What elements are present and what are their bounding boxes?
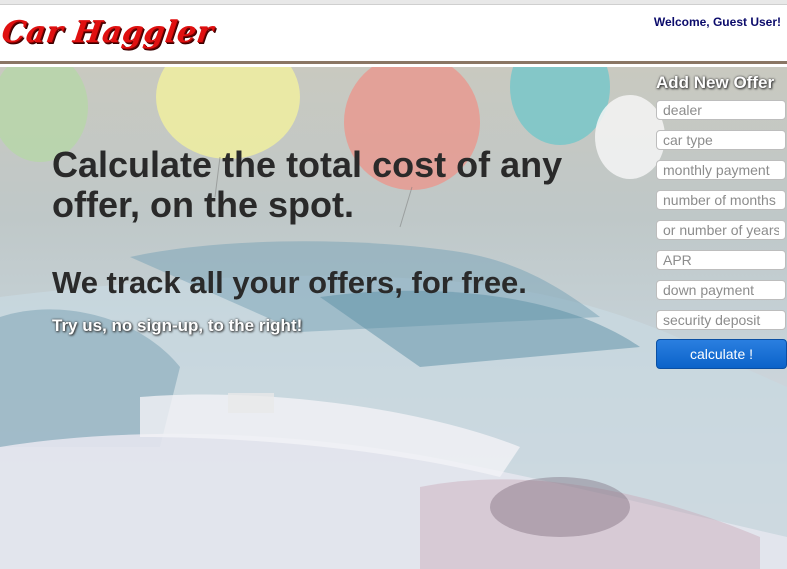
add-offer-form: Add New Offer calculate ! bbox=[656, 73, 787, 369]
down-payment-input[interactable] bbox=[656, 280, 786, 300]
hero-call-to-action: Try us, no sign-up, to the right! bbox=[52, 316, 303, 335]
number-of-years-input[interactable] bbox=[656, 220, 786, 240]
dealer-input[interactable] bbox=[656, 100, 786, 120]
security-deposit-input[interactable] bbox=[656, 310, 786, 330]
hero-section: Calculate the total cost of any offer, o… bbox=[0, 67, 787, 569]
welcome-message: Welcome, Guest User! bbox=[653, 15, 781, 29]
apr-input[interactable] bbox=[656, 250, 786, 270]
site-logo[interactable]: Car Haggler bbox=[0, 15, 216, 50]
number-of-months-input[interactable] bbox=[656, 190, 786, 210]
site-header: Car Haggler Welcome, Guest User! bbox=[0, 5, 787, 64]
car-type-input[interactable] bbox=[656, 130, 786, 150]
hero-subheadline: We track all your offers, for free. bbox=[52, 265, 527, 300]
monthly-payment-input[interactable] bbox=[656, 160, 786, 180]
calculate-button[interactable]: calculate ! bbox=[656, 339, 787, 369]
hero-headline: Calculate the total cost of any offer, o… bbox=[52, 144, 563, 225]
add-offer-title: Add New Offer bbox=[656, 73, 775, 92]
